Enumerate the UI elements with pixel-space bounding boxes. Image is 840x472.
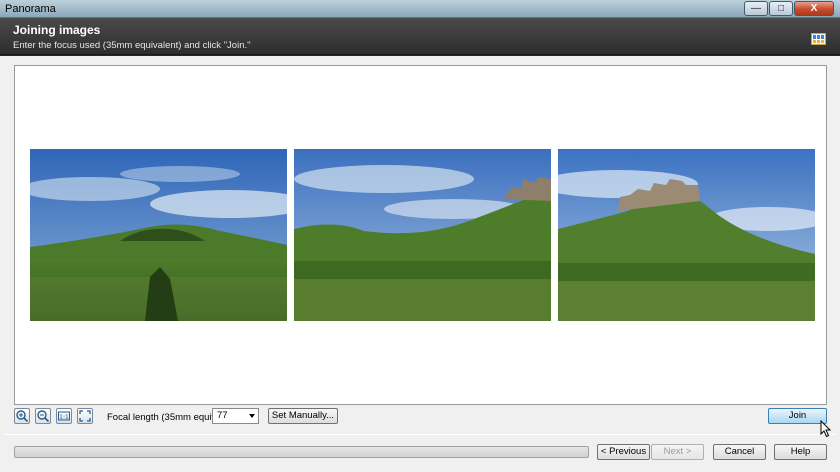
join-button[interactable]: Join: [768, 408, 827, 424]
fit-to-window-icon[interactable]: [77, 408, 93, 424]
previous-button[interactable]: < Previous: [597, 444, 650, 460]
window-controls: — □ X: [744, 1, 834, 16]
chevron-down-icon: [249, 414, 255, 418]
page-subtitle: Enter the focus used (35mm equivalent) a…: [13, 40, 251, 51]
photo-castle-right[interactable]: [558, 149, 815, 321]
progress-bar: [14, 446, 589, 458]
focal-length-label: Focal length (35mm equiv.):: [107, 412, 225, 423]
page-title: Joining images: [13, 23, 101, 37]
preview-toolbar: 1:1 Focal length (35mm equiv.): 77 Set M…: [0, 402, 840, 430]
window-title: Panorama: [5, 3, 56, 15]
maximize-button[interactable]: □: [769, 1, 793, 16]
focal-length-value: 77: [217, 410, 228, 421]
zoom-out-icon[interactable]: [35, 408, 51, 424]
close-button[interactable]: X: [794, 1, 834, 16]
actual-size-icon[interactable]: 1:1: [56, 408, 72, 424]
window-title-bar: Panorama — □ X: [0, 0, 840, 18]
svg-text:1:1: 1:1: [59, 414, 69, 421]
photo-hills-left[interactable]: [30, 149, 287, 321]
photo-hills-middle-castle[interactable]: [294, 149, 551, 321]
set-manually-button[interactable]: Set Manually...: [268, 408, 338, 424]
help-button[interactable]: Help: [774, 444, 827, 460]
zoom-in-icon[interactable]: [14, 408, 30, 424]
wizard-body: 1:1 Focal length (35mm equiv.): 77 Set M…: [0, 56, 840, 472]
divider: [4, 434, 836, 435]
panorama-icon: [811, 33, 826, 45]
cancel-button[interactable]: Cancel: [713, 444, 766, 460]
preview-canvas: [14, 65, 827, 405]
next-button[interactable]: Next >: [651, 444, 704, 460]
wizard-header: Joining images Enter the focus used (35m…: [0, 18, 840, 55]
minimize-button[interactable]: —: [744, 1, 768, 16]
focal-length-select[interactable]: 77: [212, 408, 259, 424]
mouse-cursor-icon: [820, 420, 832, 438]
